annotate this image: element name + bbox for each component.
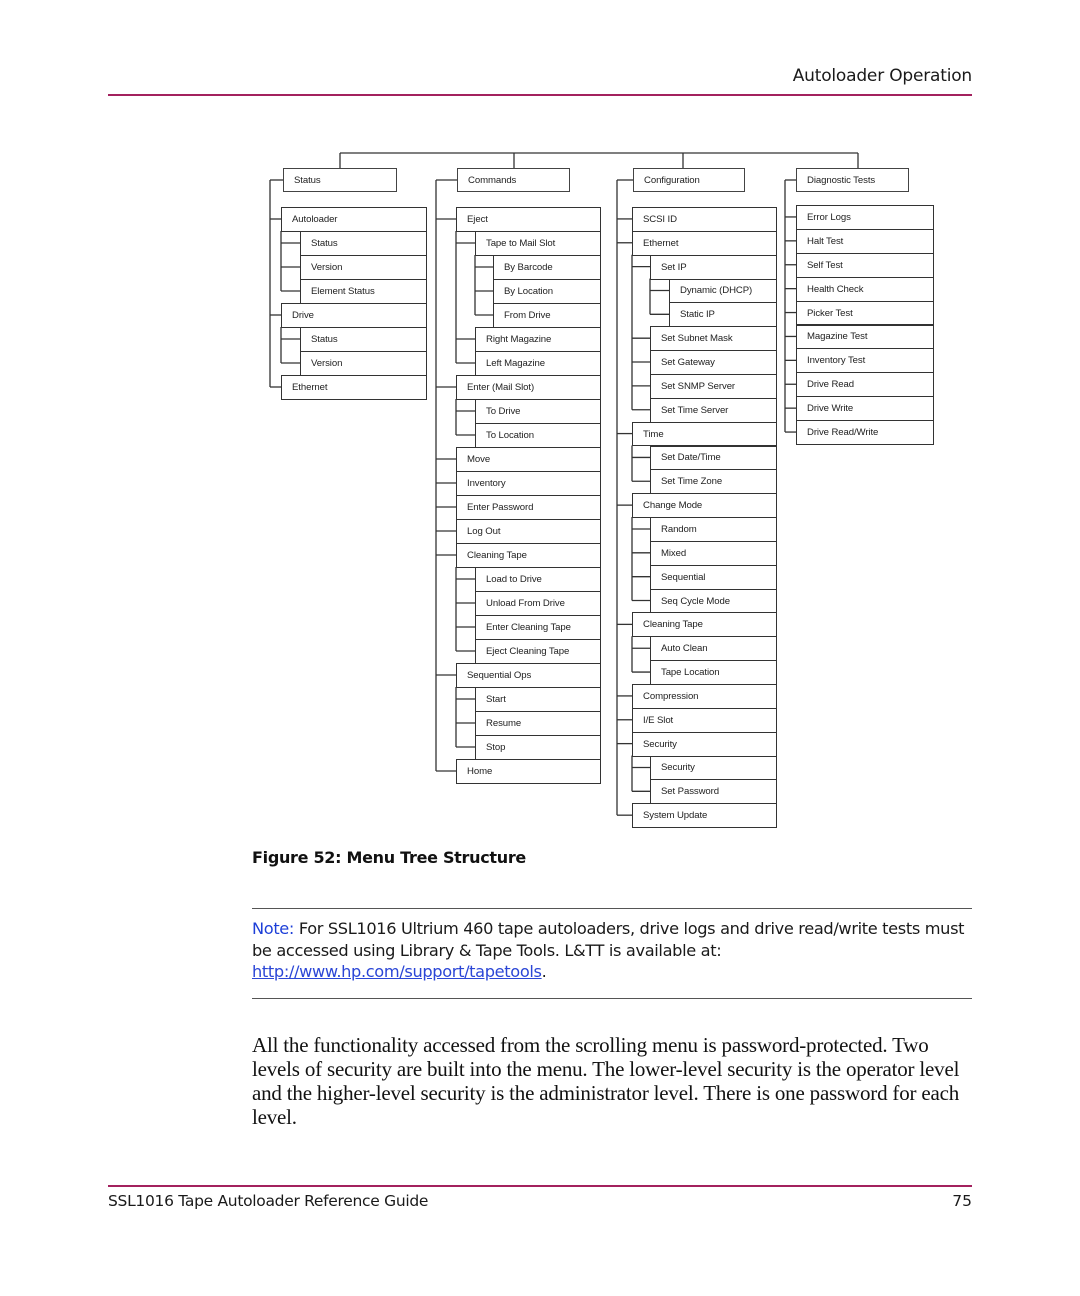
menu-header-configuration: Configuration bbox=[633, 168, 745, 192]
menu-item-version: Version bbox=[300, 351, 427, 376]
menu-item-status: Status bbox=[300, 327, 427, 352]
menu-item-version: Version bbox=[300, 255, 427, 280]
menu-item-set-snmp-server: Set SNMP Server bbox=[650, 373, 777, 399]
menu-item-log-out: Log Out bbox=[456, 519, 601, 544]
menu-item-ethernet: Ethernet bbox=[281, 375, 427, 400]
menu-item-inventory-test: Inventory Test bbox=[796, 348, 934, 374]
menu-tree-diagram: Status Autoloader Status Version Element Sta… bbox=[0, 0, 1080, 840]
note-label: Note: bbox=[252, 919, 295, 938]
menu-item-picker-test: Picker Test bbox=[796, 300, 934, 326]
menu-item-eject-cleaning-tape: Eject Cleaning Tape bbox=[475, 639, 601, 664]
menu-item-seq-cycle-mode: Seq Cycle Mode bbox=[650, 588, 777, 614]
menu-item-from-drive: From Drive bbox=[493, 303, 601, 328]
menu-item-set-date-time: Set Date/Time bbox=[650, 445, 777, 471]
note-block: Note: For SSL1016 Ultrium 460 tape autol… bbox=[252, 918, 976, 983]
body-paragraph: All the functionality accessed from the … bbox=[252, 1033, 960, 1129]
menu-item-status: Status bbox=[300, 231, 427, 256]
tapetools-link[interactable]: http://www.hp.com/support/tapetools bbox=[252, 962, 542, 981]
menu-item-by-location: By Location bbox=[493, 279, 601, 304]
menu-item-drive: Drive bbox=[281, 303, 427, 328]
menu-item-enter-password: Enter Password bbox=[456, 495, 601, 520]
menu-header-status: Status bbox=[283, 168, 397, 192]
menu-item-unload-from-drive: Unload From Drive bbox=[475, 591, 601, 616]
menu-item-sequential-ops: Sequential Ops bbox=[456, 663, 601, 688]
menu-item-sequential: Sequential bbox=[650, 564, 777, 590]
menu-item-auto-clean: Auto Clean bbox=[650, 636, 777, 662]
note-bottom-rule bbox=[252, 998, 972, 999]
menu-item-enter-cleaning-tape: Enter Cleaning Tape bbox=[475, 615, 601, 640]
menu-item-eject: Eject bbox=[456, 207, 601, 232]
menu-item-by-barcode: By Barcode bbox=[493, 255, 601, 280]
menu-item-cleaning-tape: Cleaning Tape bbox=[456, 543, 601, 568]
note-top-rule bbox=[252, 908, 972, 909]
menu-item-enter-mail-slot: Enter (Mail Slot) bbox=[456, 375, 601, 400]
menu-item-move: Move bbox=[456, 447, 601, 472]
menu-item-security: Security bbox=[650, 755, 777, 781]
menu-item-scsi-id: SCSI ID bbox=[632, 207, 777, 232]
menu-item-resume: Resume bbox=[475, 711, 601, 736]
menu-item-to-drive: To Drive bbox=[475, 399, 601, 424]
menu-item-drive-read: Drive Read bbox=[796, 372, 934, 398]
menu-item-stop: Stop bbox=[475, 735, 601, 760]
menu-item-load-to-drive: Load to Drive bbox=[475, 567, 601, 592]
menu-item-ethernet: Ethernet bbox=[632, 230, 777, 256]
menu-item-element-status: Element Status bbox=[300, 279, 427, 304]
menu-item-i-e-slot: I/E Slot bbox=[632, 707, 777, 733]
menu-item-inventory: Inventory bbox=[456, 471, 601, 496]
menu-item-compression: Compression bbox=[632, 684, 777, 709]
footer-guide-title: SSL1016 Tape Autoloader Reference Guide bbox=[108, 1192, 429, 1210]
menu-item-drive-write: Drive Write bbox=[796, 396, 934, 422]
menu-item-set-subnet-mask: Set Subnet Mask bbox=[650, 326, 777, 352]
menu-item-autoloader: Autoloader bbox=[281, 207, 427, 232]
menu-item-dynamic-dhcp: Dynamic (DHCP) bbox=[669, 278, 777, 304]
note-trailing: . bbox=[541, 962, 547, 981]
figure-caption: Figure 52: Menu Tree Structure bbox=[252, 848, 526, 867]
menu-item-tape-to-mail-slot: Tape to Mail Slot bbox=[475, 231, 601, 256]
menu-header-diagnostic-tests: Diagnostic Tests bbox=[796, 168, 909, 192]
footer-rule bbox=[108, 1185, 972, 1187]
menu-item-error-logs: Error Logs bbox=[796, 205, 934, 230]
menu-item-left-magazine: Left Magazine bbox=[475, 351, 601, 376]
menu-item-set-password: Set Password bbox=[650, 779, 777, 805]
menu-item-system-update: System Update bbox=[632, 803, 777, 829]
menu-item-start: Start bbox=[475, 687, 601, 712]
menu-header-commands: Commands bbox=[457, 168, 570, 192]
menu-item-security: Security bbox=[632, 731, 777, 757]
menu-item-set-ip: Set IP bbox=[650, 254, 777, 280]
menu-item-cleaning-tape: Cleaning Tape bbox=[632, 612, 777, 638]
menu-item-home: Home bbox=[456, 759, 601, 784]
menu-item-to-location: To Location bbox=[475, 423, 601, 448]
menu-item-set-gateway: Set Gateway bbox=[650, 350, 777, 375]
menu-item-tape-location: Tape Location bbox=[650, 660, 777, 685]
menu-item-time: Time bbox=[632, 421, 777, 447]
menu-item-self-test: Self Test bbox=[796, 252, 934, 278]
menu-item-static-ip: Static IP bbox=[669, 302, 777, 328]
menu-item-health-check: Health Check bbox=[796, 276, 934, 302]
menu-item-magazine-test: Magazine Test bbox=[796, 324, 934, 350]
footer-page-number: 75 bbox=[952, 1192, 972, 1210]
menu-item-set-time-zone: Set Time Zone bbox=[650, 469, 777, 495]
menu-item-mixed: Mixed bbox=[650, 540, 777, 566]
menu-item-right-magazine: Right Magazine bbox=[475, 327, 601, 352]
menu-item-change-mode: Change Mode bbox=[632, 493, 777, 519]
menu-item-drive-read-write: Drive Read/Write bbox=[796, 420, 934, 445]
note-text: For SSL1016 Ultrium 460 tape autoloaders… bbox=[252, 919, 965, 960]
menu-item-random: Random bbox=[650, 517, 777, 542]
menu-item-set-time-server: Set Time Server bbox=[650, 397, 777, 423]
menu-item-halt-test: Halt Test bbox=[796, 228, 934, 254]
